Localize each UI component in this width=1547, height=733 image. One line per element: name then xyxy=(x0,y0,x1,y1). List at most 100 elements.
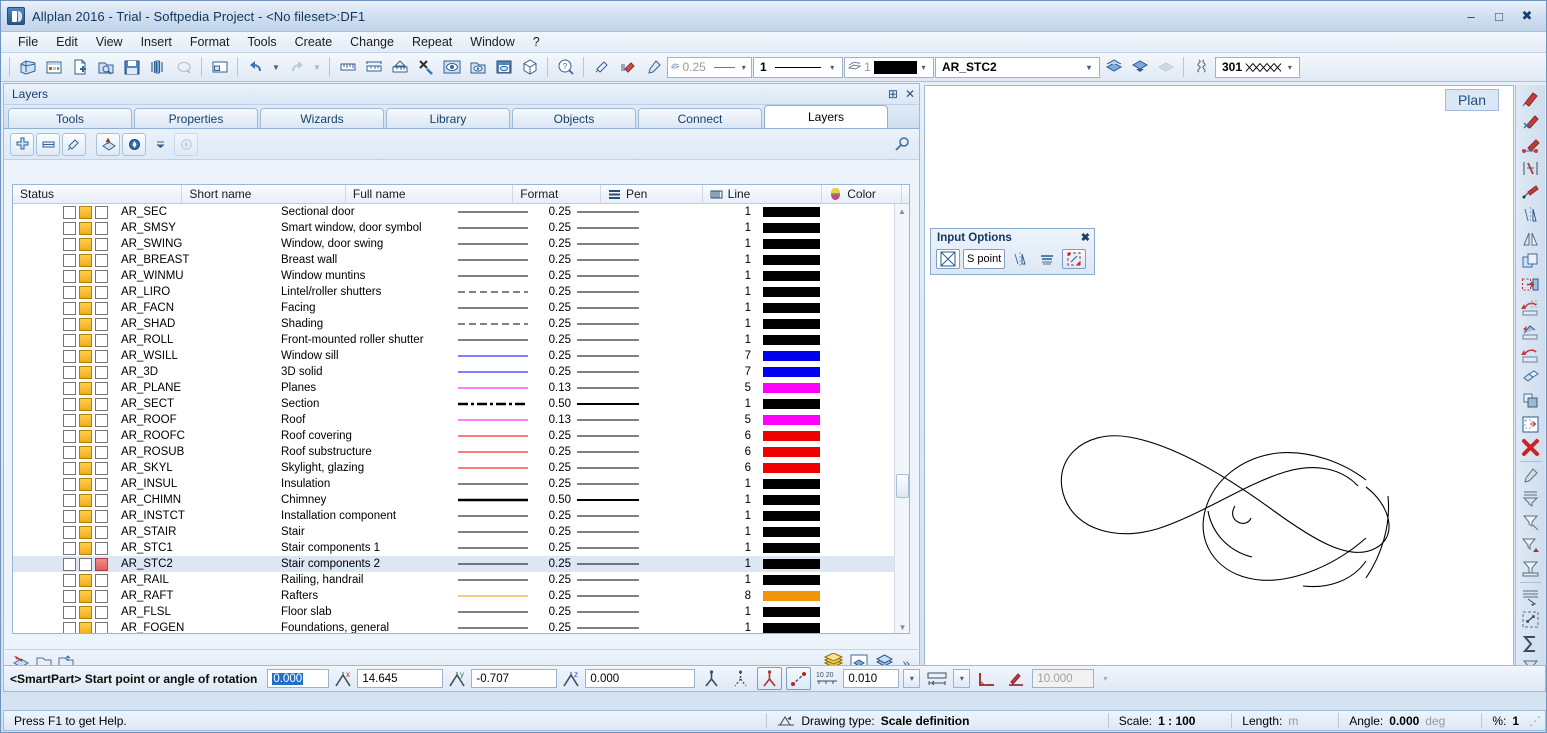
status-checkbox-3[interactable] xyxy=(95,477,108,491)
polar-coordinates-icon[interactable] xyxy=(757,667,783,690)
status-checkbox-3[interactable] xyxy=(95,317,108,331)
s-point-button[interactable]: S point xyxy=(963,249,1006,269)
row-status-cells[interactable] xyxy=(13,381,117,395)
new-layer-icon[interactable] xyxy=(10,132,34,156)
status-checkbox-2[interactable] xyxy=(79,205,92,219)
mirror-copy-icon[interactable] xyxy=(1518,227,1544,250)
table-row[interactable]: AR_SECT Section 0.50 1 xyxy=(13,396,909,412)
status-checkbox-2[interactable] xyxy=(79,349,92,363)
status-checkbox-3[interactable] xyxy=(95,493,108,507)
table-row[interactable]: AR_STC2 Stair components 2 0.25 1 xyxy=(13,556,909,572)
y-coordinate-input[interactable]: -0.707 xyxy=(471,669,558,688)
filter-select-icon[interactable] xyxy=(1518,487,1544,510)
layer-dropdown-icon[interactable]: ▾ xyxy=(1082,58,1096,77)
set-current-layer-icon[interactable] xyxy=(96,132,120,156)
status-checkbox-1[interactable] xyxy=(63,381,76,395)
tab-connect[interactable]: Connect xyxy=(638,108,762,128)
row-status-cells[interactable] xyxy=(13,429,117,443)
mirror-icon[interactable] xyxy=(1008,249,1032,269)
menu-create[interactable]: Create xyxy=(286,33,342,51)
length-cell[interactable]: Length: m xyxy=(1232,711,1338,730)
status-checkbox-1[interactable] xyxy=(63,589,76,603)
row-status-cells[interactable] xyxy=(13,301,117,315)
table-row[interactable]: AR_LIRO Lintel/roller shutters 0.25 1 xyxy=(13,284,909,300)
measure-dimension-icon[interactable] xyxy=(361,56,386,79)
table-row[interactable]: AR_RAIL Railing, handrail 0.25 1 xyxy=(13,572,909,588)
column-header-line[interactable]: Line xyxy=(703,185,823,204)
edit-layer-icon[interactable] xyxy=(62,132,86,156)
status-checkbox-1[interactable] xyxy=(63,509,76,523)
status-checkbox-2[interactable] xyxy=(79,365,92,379)
angle-input[interactable]: 0.000 xyxy=(267,669,330,688)
status-checkbox-3[interactable] xyxy=(95,541,108,555)
table-row[interactable]: AR_RAFT Rafters 0.25 8 xyxy=(13,588,909,604)
status-checkbox-3[interactable] xyxy=(95,397,108,411)
status-checkbox-3[interactable] xyxy=(95,557,108,571)
new-project-icon[interactable] xyxy=(15,56,40,79)
status-checkbox-3[interactable] xyxy=(95,237,108,251)
status-checkbox-1[interactable] xyxy=(63,237,76,251)
status-checkbox-1[interactable] xyxy=(63,621,76,633)
filter-sum-icon[interactable] xyxy=(1518,557,1544,580)
align-icon[interactable] xyxy=(1035,249,1059,269)
column-header-short-name[interactable]: Short name xyxy=(182,185,346,204)
save-view-icon[interactable] xyxy=(491,56,516,79)
status-checkbox-3[interactable] xyxy=(95,509,108,523)
layer-settings-icon[interactable] xyxy=(1127,56,1152,79)
insert-symbol-icon[interactable] xyxy=(1518,157,1544,180)
status-checkbox-1[interactable] xyxy=(63,525,76,539)
line-dropdown-icon[interactable]: ▾ xyxy=(826,58,839,77)
menu-window[interactable]: Window xyxy=(461,33,523,51)
column-header-format[interactable]: Format xyxy=(513,185,601,204)
table-row[interactable]: AR_FOGEN Foundations, general 0.25 1 xyxy=(13,620,909,633)
row-status-cells[interactable] xyxy=(13,445,117,459)
hatching-icon[interactable] xyxy=(1189,56,1214,79)
table-row[interactable]: AR_WINMU Window muntins 0.25 1 xyxy=(13,268,909,284)
select-all-icon[interactable] xyxy=(1518,585,1544,608)
open-drawing-file-icon[interactable] xyxy=(465,56,490,79)
tools-icon[interactable] xyxy=(413,56,438,79)
table-row[interactable]: AR_PLANE Planes 0.13 5 xyxy=(13,380,909,396)
visibility-icon[interactable] xyxy=(439,56,464,79)
status-checkbox-3[interactable] xyxy=(95,205,108,219)
row-status-cells[interactable] xyxy=(13,237,117,251)
status-checkbox-1[interactable] xyxy=(63,461,76,475)
percent-cell[interactable]: %: 1 xyxy=(1482,711,1529,730)
delete-eraser-icon[interactable] xyxy=(1518,87,1544,110)
table-body[interactable]: AR_SEC Sectional door 0.25 1 AR_SMSY Smart wi… xyxy=(13,204,909,633)
row-status-cells[interactable] xyxy=(13,477,117,491)
move-icon[interactable] xyxy=(1518,273,1544,296)
length-dropdown-icon[interactable]: ▾ xyxy=(1098,669,1112,688)
tab-wizards[interactable]: Wizards xyxy=(260,108,384,128)
status-checkbox-1[interactable] xyxy=(63,397,76,411)
length-input[interactable]: 10.000 xyxy=(1032,669,1095,688)
status-checkbox-3[interactable] xyxy=(95,429,108,443)
status-checkbox-2[interactable] xyxy=(79,269,92,283)
next-layer-icon[interactable] xyxy=(174,132,198,156)
filter-line-icon[interactable] xyxy=(1518,510,1544,533)
drawing-type-cell[interactable]: Drawing type: Scale definition xyxy=(767,711,1107,730)
column-header-color[interactable]: Color xyxy=(822,185,902,204)
undo-icon[interactable] xyxy=(243,56,268,79)
row-status-cells[interactable] xyxy=(13,461,117,475)
row-status-cells[interactable] xyxy=(13,317,117,331)
status-checkbox-1[interactable] xyxy=(63,493,76,507)
element-snap-icon[interactable] xyxy=(1062,249,1087,269)
wall-icon[interactable] xyxy=(145,56,170,79)
row-status-cells[interactable] xyxy=(13,269,117,283)
rename-layer-icon[interactable] xyxy=(36,132,60,156)
delete-x-icon[interactable] xyxy=(1518,436,1544,459)
row-status-cells[interactable] xyxy=(13,557,117,571)
layer-disabled-icon[interactable] xyxy=(1153,56,1178,79)
save-icon[interactable] xyxy=(119,56,144,79)
row-status-cells[interactable] xyxy=(13,509,117,523)
table-row[interactable]: AR_ROOFC Roof covering 0.25 6 xyxy=(13,428,909,444)
menu-insert[interactable]: Insert xyxy=(132,33,181,51)
status-checkbox-1[interactable] xyxy=(63,365,76,379)
status-checkbox-2[interactable] xyxy=(79,621,92,633)
status-checkbox-1[interactable] xyxy=(63,269,76,283)
row-status-cells[interactable] xyxy=(13,621,117,633)
status-checkbox-2[interactable] xyxy=(79,317,92,331)
table-row[interactable]: AR_BREAST Breast wall 0.25 1 xyxy=(13,252,909,268)
convert-icon[interactable] xyxy=(1518,413,1544,436)
